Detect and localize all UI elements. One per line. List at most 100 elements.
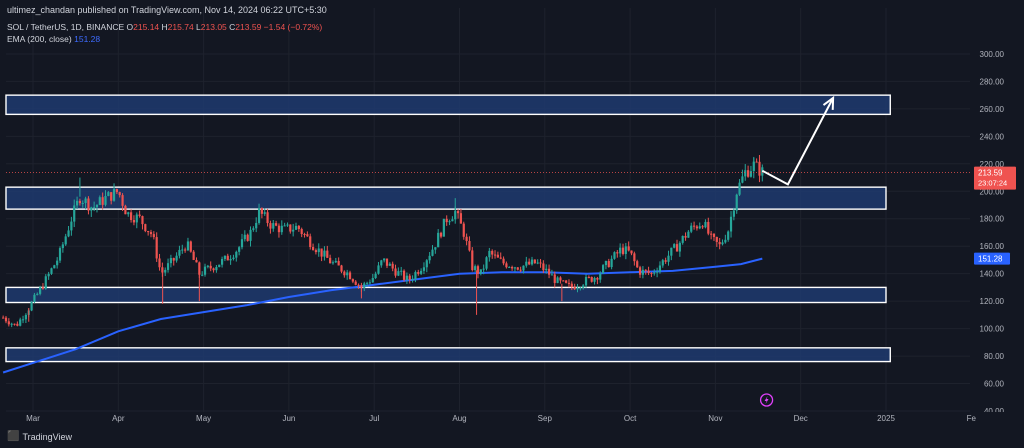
candle-body <box>340 265 343 272</box>
candle-body <box>118 192 121 196</box>
candle-body <box>434 247 437 250</box>
candle-body <box>525 261 528 266</box>
candle-body <box>596 277 599 280</box>
candle-body <box>656 271 659 273</box>
candle-body <box>343 271 346 276</box>
candle-body <box>10 323 13 325</box>
y-tick-label: 80.00 <box>984 352 1005 361</box>
candle-body <box>269 223 272 229</box>
candle-body <box>513 267 517 269</box>
candle-body <box>698 226 701 229</box>
candle-body <box>184 249 187 251</box>
candle-body <box>718 241 721 245</box>
candle-body <box>186 241 190 251</box>
candle-body <box>73 205 76 222</box>
candle-body <box>610 258 613 268</box>
candle-body <box>744 170 747 177</box>
tradingview-brand: TradingView <box>22 431 72 442</box>
candle-body <box>229 258 232 261</box>
candle-body <box>365 282 369 284</box>
candle-body <box>459 213 463 224</box>
candle-body <box>692 225 696 227</box>
legend: SOL / TetherUS, 1D, BINANCE O215.14 H215… <box>7 21 322 45</box>
candle-body <box>664 260 667 262</box>
tradingview-logo[interactable]: ⬛ TradingView <box>7 431 72 442</box>
candle-body <box>422 267 426 271</box>
candle-body <box>545 268 548 271</box>
candle-body <box>101 197 104 205</box>
candle-body <box>738 182 741 195</box>
candle-body <box>533 259 536 264</box>
candle-body <box>397 271 400 276</box>
candle-body <box>306 234 309 237</box>
candle-body <box>132 219 136 223</box>
candle-body <box>519 269 522 271</box>
candle-body <box>161 267 164 273</box>
legend-open-value: 215.14 <box>133 22 160 32</box>
candle-body <box>539 262 542 264</box>
candle-body <box>368 282 372 284</box>
candle-body <box>391 263 394 269</box>
candle-body <box>238 247 241 252</box>
publish-info: ultimez_chandan published on TradingView… <box>7 5 327 15</box>
candle-body <box>294 225 298 230</box>
candle-body <box>707 221 710 234</box>
candle-body <box>323 250 326 257</box>
candle-body <box>576 287 579 290</box>
candle-body <box>402 270 406 280</box>
candle-body <box>431 249 434 256</box>
candle-body <box>135 214 138 223</box>
x-tick-label: Jun <box>282 414 295 423</box>
candle-body <box>64 236 67 245</box>
x-tick-label: Nov <box>708 414 722 423</box>
candle-body <box>499 257 502 259</box>
candle-body <box>314 250 318 253</box>
candle-body <box>124 205 127 215</box>
candle-body <box>701 226 704 228</box>
candle-body <box>246 234 249 241</box>
candle-body <box>746 170 750 177</box>
candle-body <box>505 263 508 268</box>
candle-body <box>30 302 33 311</box>
candle-body <box>758 161 761 176</box>
candle-body <box>582 285 585 288</box>
candle-body <box>195 259 198 263</box>
candle-body <box>377 265 380 274</box>
candle-body <box>286 224 289 226</box>
legend-ema-value: 151.28 <box>74 34 101 44</box>
candle-body <box>650 273 653 275</box>
candle-body <box>550 274 554 276</box>
y-tick-label: 120.00 <box>980 297 1005 306</box>
candle-body <box>175 255 178 261</box>
y-tick-label: 300.00 <box>980 50 1005 59</box>
candle-body <box>710 233 713 235</box>
support-resistance-zone <box>5 347 891 363</box>
candle-body <box>590 277 593 282</box>
candle-body <box>715 236 718 242</box>
candle-body <box>93 207 96 209</box>
candle-body <box>240 239 244 248</box>
candle-body <box>44 276 47 289</box>
candle-body <box>7 321 10 325</box>
legend-symbol[interactable]: SOL / TetherUS, 1D, BINANCE <box>7 22 124 32</box>
legend-ema-label[interactable]: EMA (200, close) <box>7 34 72 44</box>
candle-body <box>425 260 428 268</box>
candle-body <box>565 280 568 283</box>
candle-body <box>4 317 8 322</box>
x-tick-label: 2025 <box>877 414 895 423</box>
candle-body <box>542 263 545 271</box>
candle-body <box>90 207 93 211</box>
candle-body <box>374 273 377 279</box>
candle-body <box>13 323 16 325</box>
x-tick-label: Dec <box>794 414 808 423</box>
zones-layer <box>5 94 891 363</box>
candle-body <box>687 231 690 238</box>
x-tick-label: Apr <box>112 414 125 423</box>
y-tick-label: 60.00 <box>984 380 1005 389</box>
candle-body <box>536 262 539 264</box>
candle-body <box>19 319 22 326</box>
candle-body <box>667 255 670 262</box>
chart-area[interactable]: 300.00280.00260.00240.00220.00200.00180.… <box>0 0 1024 448</box>
candle-body <box>619 247 622 254</box>
candle-body <box>704 221 707 228</box>
